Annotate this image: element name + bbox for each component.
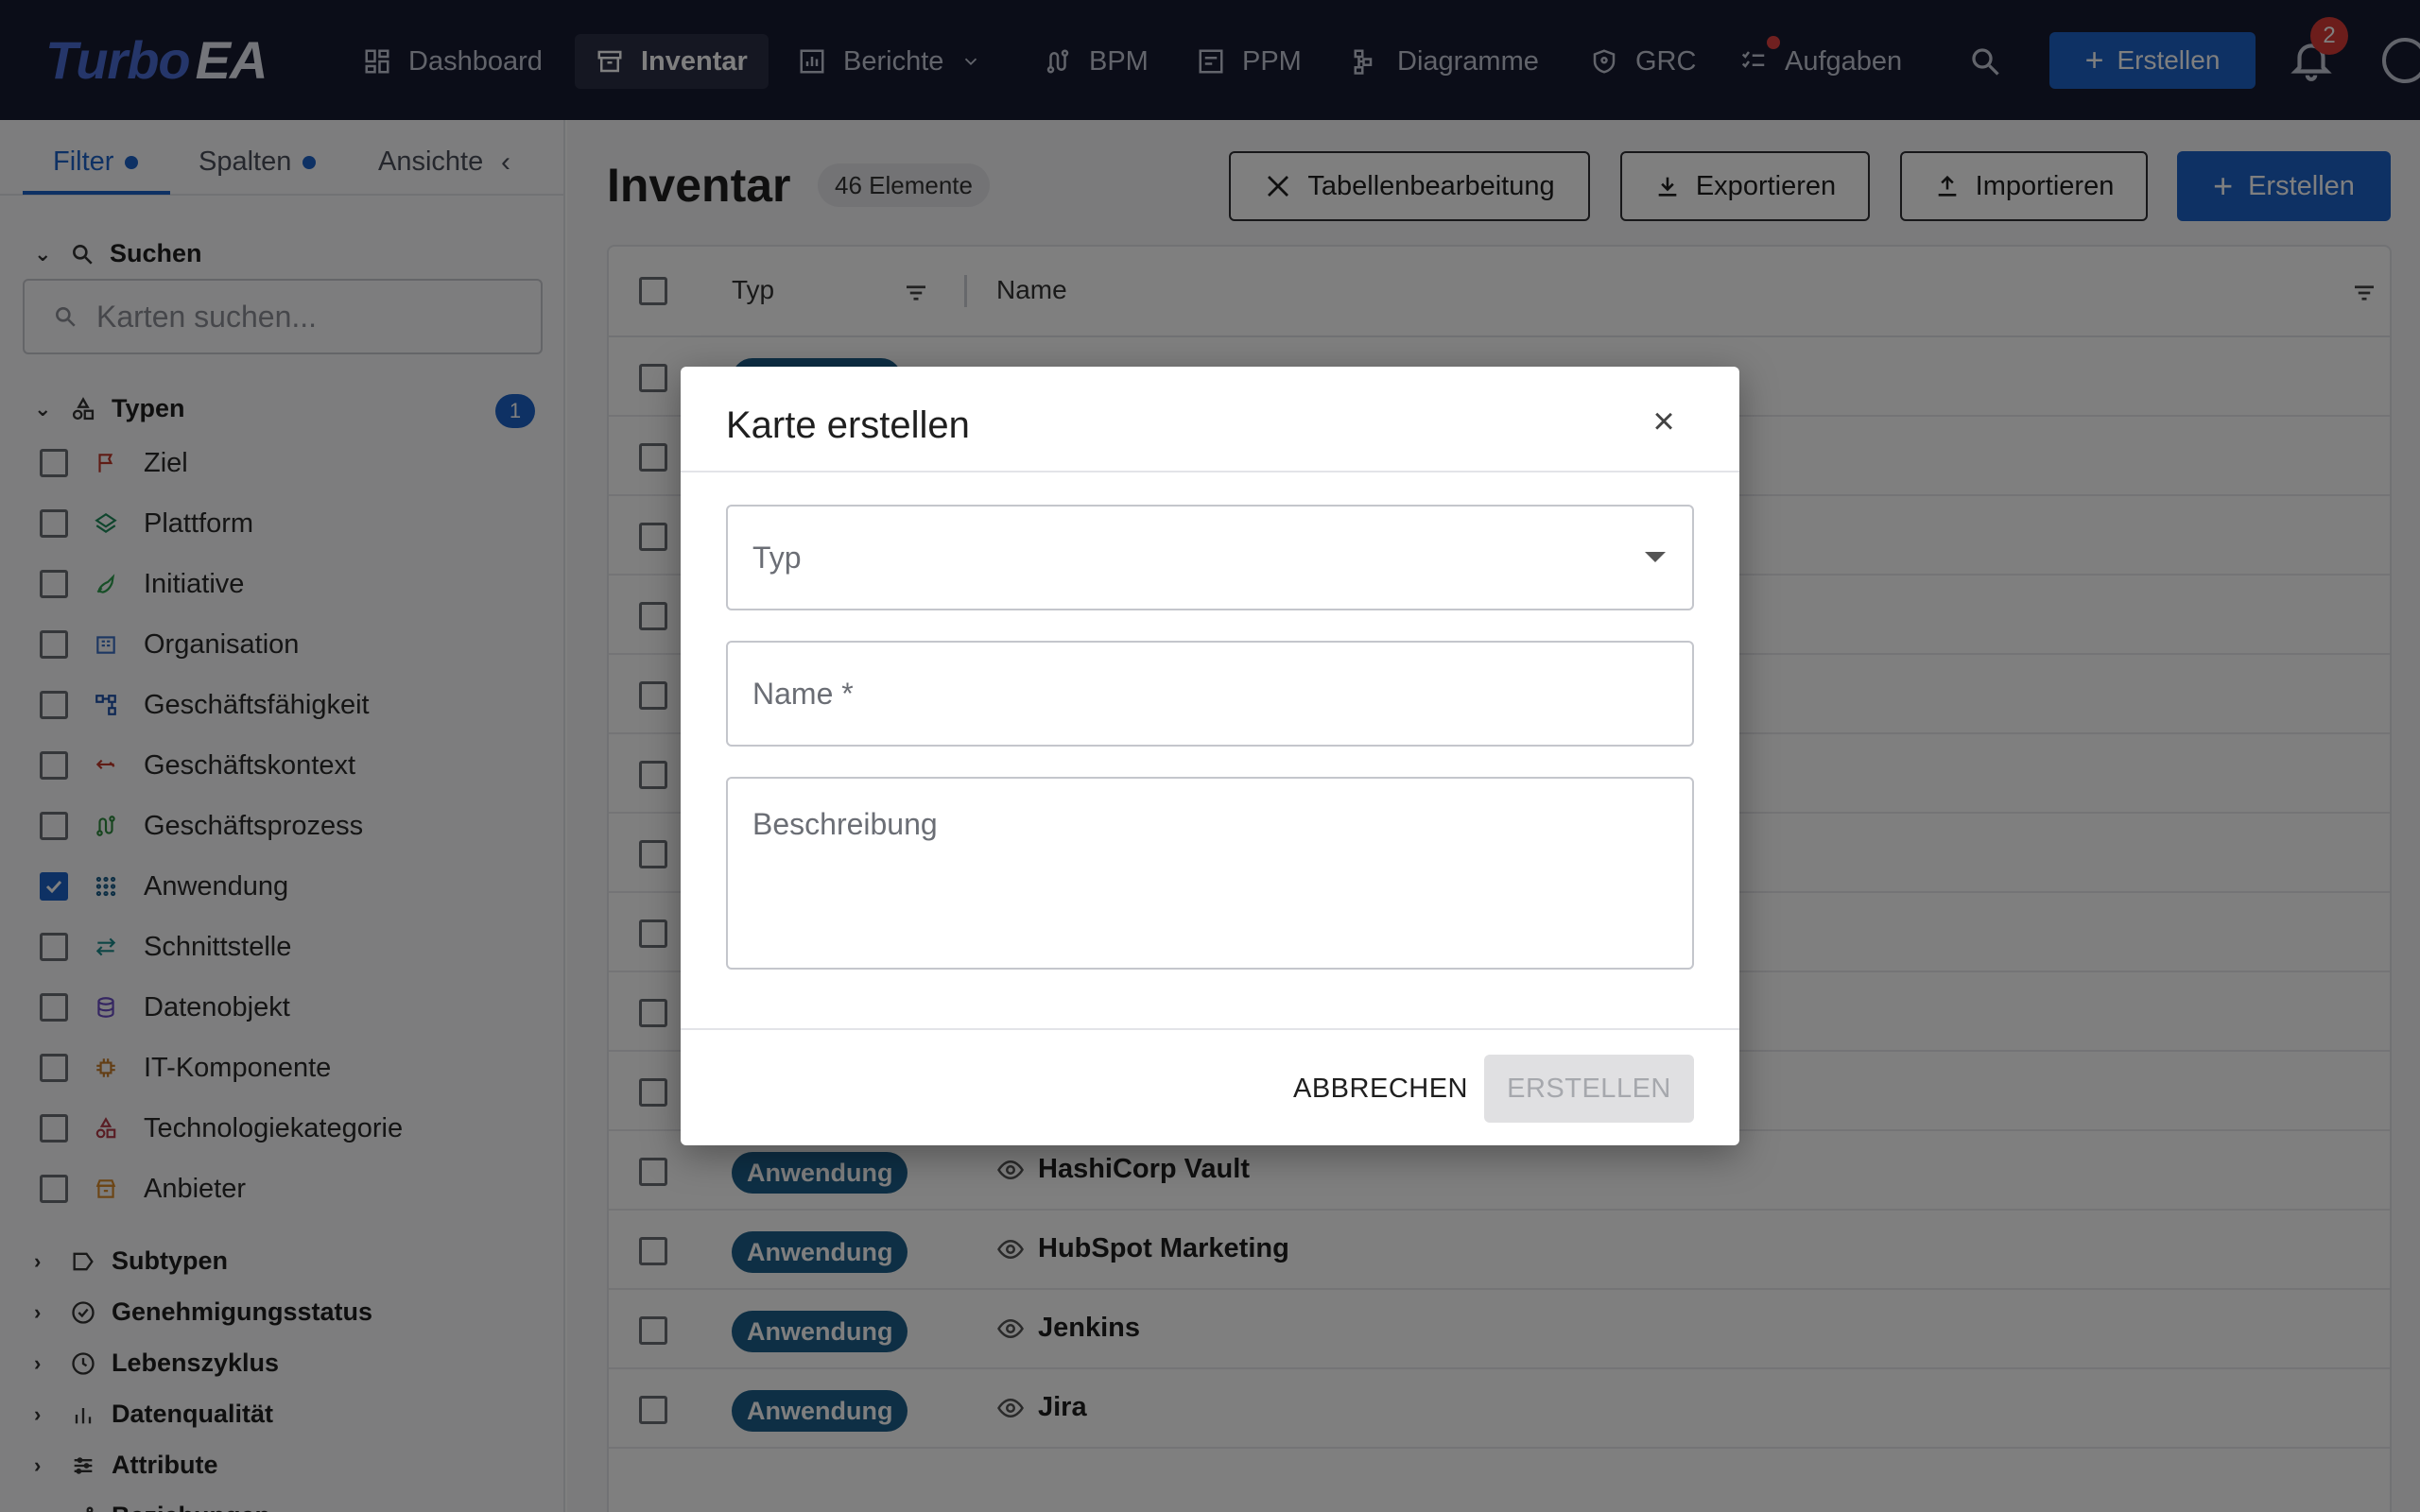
submit-create-button[interactable]: ERSTELLEN [1484,1055,1694,1123]
dialog-divider-bottom [681,1028,1739,1030]
description-textarea[interactable]: Beschreibung [726,777,1694,970]
type-select-placeholder: Typ [752,540,802,575]
close-icon[interactable]: × [1643,401,1685,442]
name-input-placeholder: Name * [752,676,854,711]
dialog-title: Karte erstellen [726,404,970,446]
name-input[interactable]: Name * [726,641,1694,747]
type-select[interactable]: Typ [726,505,1694,610]
dialog-divider-top [681,471,1739,472]
description-placeholder: Beschreibung [752,807,938,841]
cancel-button[interactable]: ABBRECHEN [1276,1055,1485,1123]
create-card-dialog: Karte erstellen × Typ Name * Beschreibun… [681,367,1739,1145]
dropdown-caret-icon [1645,552,1666,562]
